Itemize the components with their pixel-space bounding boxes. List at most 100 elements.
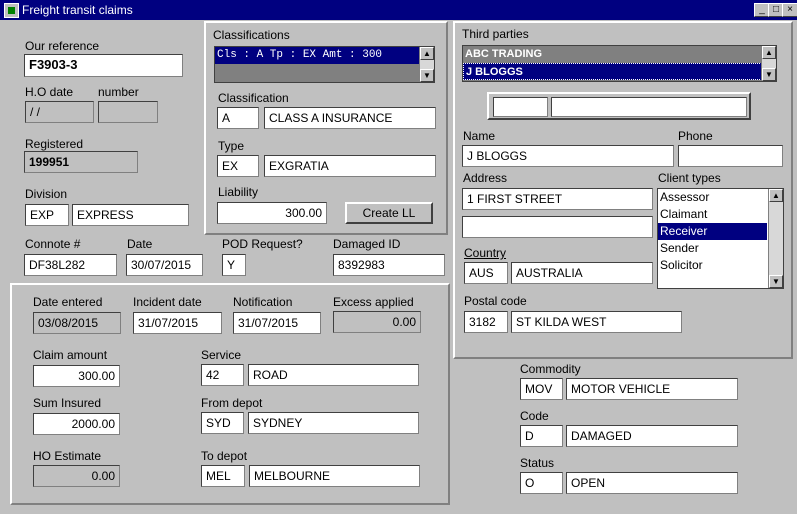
country-name-field[interactable]: AUSTRALIA: [511, 262, 653, 284]
liability-label: Liability: [218, 185, 259, 199]
damaged-id-field[interactable]: 8392983: [333, 254, 445, 276]
classification-label: Classification: [218, 91, 289, 105]
to-depot-code-field[interactable]: MEL: [201, 465, 245, 487]
date-entered-label: Date entered: [33, 295, 103, 309]
from-depot-name-field[interactable]: SYDNEY: [248, 412, 419, 434]
third-parties-label: Third parties: [462, 27, 529, 41]
classifications-label: Classifications: [213, 28, 290, 42]
type-name-field[interactable]: EXGRATIA: [264, 155, 436, 177]
country-label: Country: [464, 246, 507, 260]
type-code-field[interactable]: EX: [217, 155, 259, 177]
commodity-code-field[interactable]: MOV: [520, 378, 563, 400]
excess-applied-field: 0.00: [333, 311, 421, 333]
client-type-item[interactable]: Solicitor: [658, 257, 783, 274]
ho-estimate-label: HO Estimate: [33, 449, 102, 463]
registered-field: 199951: [24, 151, 138, 173]
to-depot-label: To depot: [201, 449, 248, 463]
notification-label: Notification: [233, 295, 293, 309]
incident-date-label: Incident date: [133, 295, 202, 309]
damaged-id-label: Damaged ID: [333, 237, 401, 251]
create-ll-button[interactable]: Create LL: [345, 202, 433, 224]
client-type-item[interactable]: Claimant: [658, 206, 783, 223]
code-name-field[interactable]: DAMAGED: [566, 425, 738, 447]
scroll-up-icon[interactable]: ▲: [420, 47, 434, 60]
connote-date-field[interactable]: 30/07/2015: [126, 254, 203, 276]
notification-field[interactable]: 31/07/2015: [233, 312, 321, 334]
ho-date-label: H.O date: [25, 85, 74, 99]
division-label: Division: [25, 187, 68, 201]
ho-number-label: number: [98, 85, 139, 99]
connote-date-label: Date: [127, 237, 153, 251]
division-code-field[interactable]: EXP: [25, 204, 69, 226]
classification-list-item[interactable]: Cls : A Tp : EX Amt : 300: [215, 47, 434, 64]
address-label: Address: [463, 171, 508, 185]
pod-request-label: POD Request?: [222, 237, 303, 251]
ho-number-field[interactable]: [98, 101, 158, 123]
third-party-item[interactable]: ABC TRADING: [463, 46, 776, 63]
client-type-item-selected[interactable]: Receiver: [658, 223, 767, 240]
sum-insured-field[interactable]: 2000.00: [33, 413, 120, 435]
classification-code-field[interactable]: A: [217, 107, 259, 129]
name-label: Name: [463, 129, 496, 143]
name-field[interactable]: J BLOGGS: [462, 145, 674, 167]
scroll-down-icon[interactable]: ▼: [769, 275, 783, 288]
code-field[interactable]: D: [520, 425, 563, 447]
code-label: Code: [520, 409, 549, 423]
scroll-up-icon[interactable]: ▲: [762, 46, 776, 59]
excess-applied-label: Excess applied: [333, 295, 414, 309]
third-parties-list[interactable]: ABC TRADING J BLOGGS ▲ ▼: [462, 45, 777, 82]
ho-estimate-field: 0.00: [33, 465, 120, 487]
incident-date-field[interactable]: 31/07/2015: [133, 312, 222, 334]
client-type-item[interactable]: Assessor: [658, 189, 783, 206]
service-label: Service: [201, 348, 242, 362]
client-types-label: Client types: [658, 171, 721, 185]
window-title: Freight transit claims: [22, 3, 133, 17]
service-name-field[interactable]: ROAD: [248, 364, 419, 386]
classification-name-field[interactable]: CLASS A INSURANCE: [264, 107, 436, 129]
postal-suburb-field[interactable]: ST KILDA WEST: [511, 311, 682, 333]
status-code-field[interactable]: O: [520, 472, 563, 494]
connote-label: Connote #: [25, 237, 81, 251]
third-party-code-input[interactable]: [493, 97, 548, 117]
service-code-field[interactable]: 42: [201, 364, 244, 386]
classifications-scrollbar[interactable]: ▲ ▼: [419, 47, 434, 82]
division-name-field[interactable]: EXPRESS: [72, 204, 189, 226]
third-party-name-input[interactable]: [551, 97, 747, 117]
client-type-item[interactable]: Sender: [658, 240, 783, 257]
ho-date-field[interactable]: / /: [25, 101, 94, 123]
to-depot-name-field[interactable]: MELBOURNE: [249, 465, 420, 487]
address-line2-field[interactable]: [462, 216, 653, 238]
postal-code-field[interactable]: 3182: [464, 311, 508, 333]
liability-field[interactable]: 300.00: [217, 202, 327, 224]
classifications-list[interactable]: Cls : A Tp : EX Amt : 300 ▲ ▼: [214, 46, 435, 83]
pod-request-field[interactable]: Y: [222, 254, 246, 276]
claim-amount-label: Claim amount: [33, 348, 108, 362]
commodity-name-field[interactable]: MOTOR VEHICLE: [566, 378, 738, 400]
third-party-item-selected[interactable]: J BLOGGS: [463, 63, 776, 80]
phone-field[interactable]: [678, 145, 783, 167]
title-bar[interactable]: Freight transit claims _ □ ×: [0, 0, 797, 20]
phone-label: Phone: [678, 129, 713, 143]
scroll-down-icon[interactable]: ▼: [420, 69, 434, 82]
client-types-list[interactable]: Assessor Claimant Receiver Sender Solici…: [657, 188, 784, 289]
scroll-up-icon[interactable]: ▲: [769, 189, 783, 202]
connote-field[interactable]: DF38L282: [24, 254, 117, 276]
claim-amount-field[interactable]: 300.00: [33, 365, 120, 387]
sum-insured-label: Sum Insured: [33, 396, 102, 410]
from-depot-label: From depot: [201, 396, 263, 410]
status-name-field[interactable]: OPEN: [566, 472, 738, 494]
client-types-scrollbar[interactable]: ▲ ▼: [768, 189, 783, 288]
status-label: Status: [520, 456, 555, 470]
our-reference-label: Our reference: [25, 39, 100, 53]
scroll-down-icon[interactable]: ▼: [762, 68, 776, 81]
third-parties-scrollbar[interactable]: ▲ ▼: [761, 46, 776, 81]
from-depot-code-field[interactable]: SYD: [201, 412, 244, 434]
app-icon[interactable]: [4, 3, 19, 18]
postal-code-label: Postal code: [464, 294, 527, 308]
our-reference-field[interactable]: F3903-3: [24, 54, 183, 77]
address-line1-field[interactable]: 1 FIRST STREET: [462, 188, 653, 210]
close-button[interactable]: ×: [782, 3, 797, 17]
registered-label: Registered: [25, 137, 84, 151]
type-label: Type: [218, 139, 245, 153]
country-code-field[interactable]: AUS: [464, 262, 508, 284]
